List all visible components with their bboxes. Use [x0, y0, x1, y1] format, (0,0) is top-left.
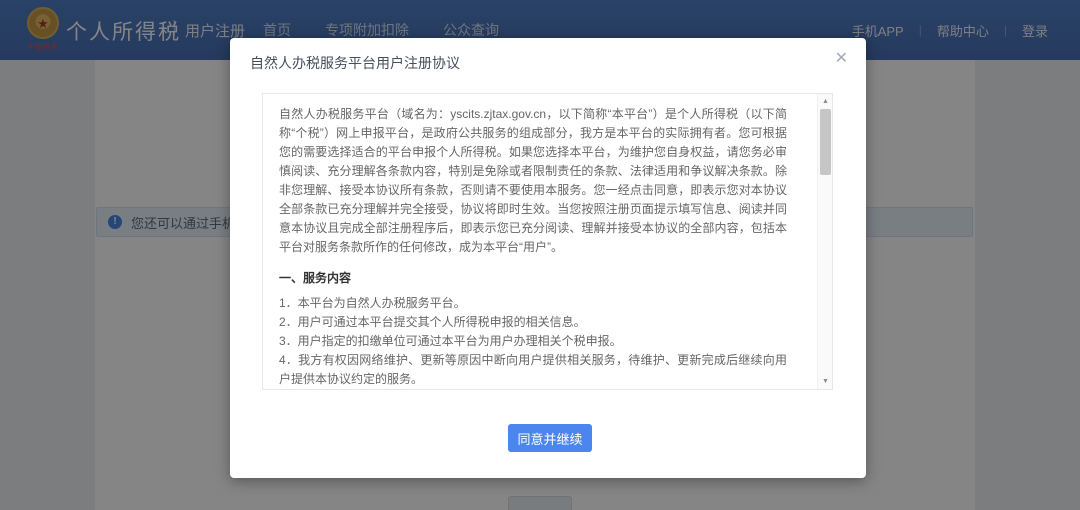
agreement-item: 4．我方有权因网络维护、更新等原因中断向用户提供相关服务，待维护、更新完成后继续… [279, 351, 787, 389]
scrollbar[interactable]: ▲ ▼ [817, 94, 832, 389]
scroll-down-icon[interactable]: ▼ [818, 375, 833, 388]
agreement-intro: 自然人办税服务平台（域名为：yscits.zjtax.gov.cn，以下简称“本… [279, 105, 787, 257]
agreement-item: 1．本平台为自然人办税服务平台。 [279, 294, 787, 313]
agreement-item: 2．用户可通过本平台提交其个人所得税申报的相关信息。 [279, 313, 787, 332]
agree-and-continue-button[interactable]: 同意并继续 [508, 424, 592, 452]
agreement-section1-title: 一、服务内容 [279, 269, 787, 288]
scroll-up-icon[interactable]: ▲ [818, 95, 833, 108]
registration-agreement-dialog: 自然人办税服务平台用户注册协议 ✕ 自然人办税服务平台（域名为：yscits.z… [230, 38, 866, 478]
dialog-title: 自然人办税服务平台用户注册协议 [250, 53, 460, 73]
agreement-scroll-box: 自然人办税服务平台（域名为：yscits.zjtax.gov.cn，以下简称“本… [262, 93, 833, 390]
scrollbar-thumb[interactable] [820, 109, 831, 175]
agreement-item: 3．用户指定的扣缴单位可通过本平台为用户办理相关个税申报。 [279, 332, 787, 351]
close-icon[interactable]: ✕ [833, 49, 850, 69]
agreement-text: 自然人办税服务平台（域名为：yscits.zjtax.gov.cn，以下简称“本… [263, 94, 817, 389]
